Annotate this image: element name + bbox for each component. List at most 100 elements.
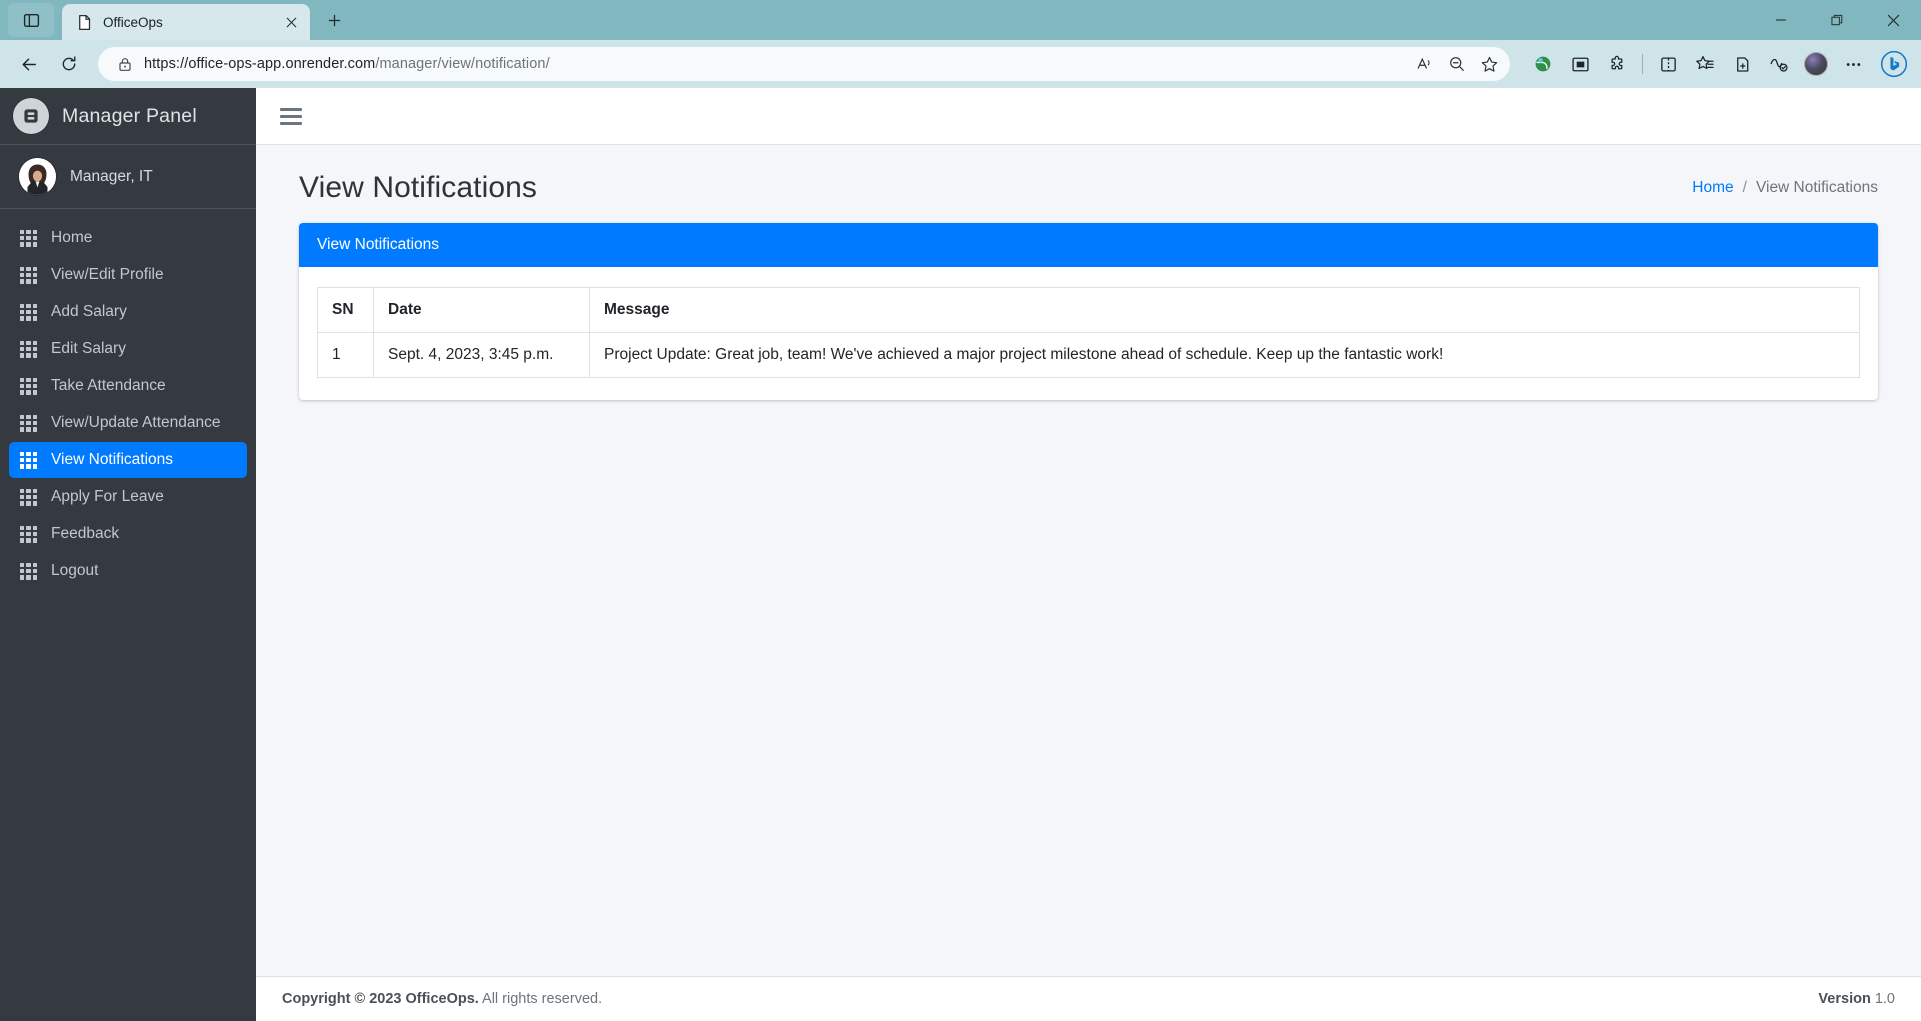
sidebar-item-label: View Notifications [51, 451, 174, 468]
close-icon [1887, 14, 1899, 26]
lock-icon [112, 57, 138, 72]
screenshot-extension-button[interactable] [1563, 48, 1597, 80]
maximize-button[interactable] [1809, 0, 1865, 40]
column-header-message: Message [589, 287, 1860, 333]
content-topbar [256, 88, 1921, 145]
sidebar-item-apply-for-leave[interactable]: Apply For Leave [9, 479, 247, 515]
notifications-card: View Notifications SN Date Message 1 Sep… [299, 223, 1878, 400]
footer-copyright: Copyright © 2023 OfficeOps. All rights r… [282, 991, 602, 1007]
grid-icon [20, 488, 37, 506]
column-header-sn: SN [317, 287, 374, 333]
sidebar-item-feedback[interactable]: Feedback [9, 516, 247, 552]
sidebar-item-view-notifications[interactable]: View Notifications [9, 442, 247, 478]
table-row: 1 Sept. 4, 2023, 3:45 p.m. Project Updat… [317, 332, 1860, 378]
zoom-out-icon [1450, 57, 1464, 71]
sidebar-brand-label: Manager Panel [62, 104, 197, 127]
footer-version-value: 1.0 [1870, 991, 1895, 1007]
sidebar-item-label: Apply For Leave [51, 488, 164, 505]
grid-icon [20, 414, 37, 432]
sidebar-item-edit-salary[interactable]: Edit Salary [9, 331, 247, 367]
sidebar-item-view-update-attendance[interactable]: View/Update Attendance [9, 405, 247, 441]
sidebar-user[interactable]: Manager, IT [0, 145, 256, 209]
sidebar-item-take-attendance[interactable]: Take Attendance [9, 368, 247, 404]
sidebar-item-label: View/Edit Profile [51, 266, 164, 283]
new-tab-button[interactable] [318, 4, 350, 36]
collections-button[interactable] [1725, 48, 1759, 80]
zoom-button[interactable] [1442, 50, 1472, 78]
sidebar-item-label: Feedback [51, 525, 120, 542]
sidebar-brand[interactable]: Manager Panel [0, 88, 256, 145]
tab-actions-button[interactable] [8, 3, 54, 37]
sidebar-item-home[interactable]: Home [9, 220, 247, 256]
address-bar[interactable]: https://office-ops-app.onrender.com/mana… [98, 47, 1510, 81]
browser-window: OfficeOps https://office-ops-app.onrende… [0, 0, 1921, 1021]
profile-button[interactable] [1799, 48, 1833, 80]
collections-favorites-icon [1696, 55, 1714, 70]
notifications-table: SN Date Message 1 Sept. 4, 2023, 3:45 p.… [317, 287, 1860, 378]
grid-icon [20, 340, 37, 358]
globe-extension-button[interactable] [1526, 48, 1560, 80]
grid-icon [20, 525, 37, 543]
settings-more-icon [1846, 62, 1860, 66]
star-icon [1481, 56, 1497, 72]
back-arrow-icon [22, 58, 36, 70]
copilot-button[interactable] [1877, 47, 1911, 81]
reload-icon [62, 56, 76, 71]
tab-strip: OfficeOps [0, 0, 1921, 40]
sidebar-item-label: Edit Salary [51, 340, 126, 357]
tab-title: OfficeOps [103, 14, 163, 30]
cell-message: Project Update: Great job, team! We've a… [589, 332, 1860, 378]
main-content: View Notifications Home / View Notificat… [256, 88, 1921, 1021]
sidebar-item-view-edit-profile[interactable]: View/Edit Profile [9, 257, 247, 293]
reload-button[interactable] [50, 47, 88, 81]
plus-icon [328, 14, 340, 26]
screenshot-extension-icon [1571, 57, 1589, 71]
card-container: View Notifications SN Date Message 1 Sep… [256, 223, 1921, 400]
breadcrumb-home-link[interactable]: Home [1692, 179, 1733, 197]
page-icon [79, 14, 91, 30]
column-header-date: Date [373, 287, 590, 333]
breadcrumb-current: View Notifications [1755, 179, 1878, 196]
read-aloud-button[interactable] [1410, 50, 1440, 78]
close-icon[interactable] [280, 11, 302, 33]
page-footer: Copyright © 2023 OfficeOps. All rights r… [256, 976, 1921, 1021]
sidebar-item-label: Home [51, 229, 93, 246]
address-bar-actions [1410, 50, 1504, 78]
table-header-row: SN Date Message [317, 287, 1860, 333]
settings-more-button[interactable] [1836, 48, 1870, 80]
breadcrumb-separator: / [1742, 179, 1747, 196]
card-header-title: View Notifications [299, 223, 1878, 267]
cell-date: Sept. 4, 2023, 3:45 p.m. [373, 332, 590, 378]
browser-tab[interactable]: OfficeOps [62, 4, 310, 40]
footer-version: Version 1.0 [1818, 991, 1895, 1007]
read-aloud-icon [1417, 57, 1430, 69]
sidebar-item-add-salary[interactable]: Add Salary [9, 294, 247, 330]
page-viewport: Manager Panel Manager, IT Home View/Edit… [0, 88, 1921, 1021]
browser-essentials-icon [1770, 58, 1788, 72]
tab-actions-icon [23, 13, 39, 27]
user-avatar [19, 158, 56, 195]
split-screen-icon [1660, 56, 1676, 72]
footer-version-label: Version [1818, 991, 1871, 1007]
minimize-icon [1776, 19, 1786, 21]
url-path: /manager/view/notification/ [375, 56, 550, 72]
grid-icon [20, 229, 37, 247]
close-window-button[interactable] [1865, 0, 1921, 40]
table-head: SN Date Message [317, 287, 1860, 333]
page-title: View Notifications [299, 171, 538, 204]
sidebar-item-logout[interactable]: Logout [9, 553, 247, 589]
extensions-button[interactable] [1600, 48, 1634, 80]
toolbar-divider [1642, 54, 1643, 74]
collections-icon [1736, 56, 1748, 72]
split-screen-button[interactable] [1651, 48, 1685, 80]
officeops-logo-icon [13, 98, 49, 134]
hamburger-menu-icon[interactable] [274, 99, 308, 133]
back-button[interactable] [10, 47, 48, 81]
card-body: SN Date Message 1 Sept. 4, 2023, 3:45 p.… [299, 267, 1878, 400]
grid-icon [20, 266, 37, 284]
minimize-button[interactable] [1753, 0, 1809, 40]
browser-essentials-button[interactable] [1762, 48, 1796, 80]
table-body: 1 Sept. 4, 2023, 3:45 p.m. Project Updat… [317, 332, 1860, 378]
collections-favorites-button[interactable] [1688, 48, 1722, 80]
add-favorite-button[interactable] [1474, 50, 1504, 78]
